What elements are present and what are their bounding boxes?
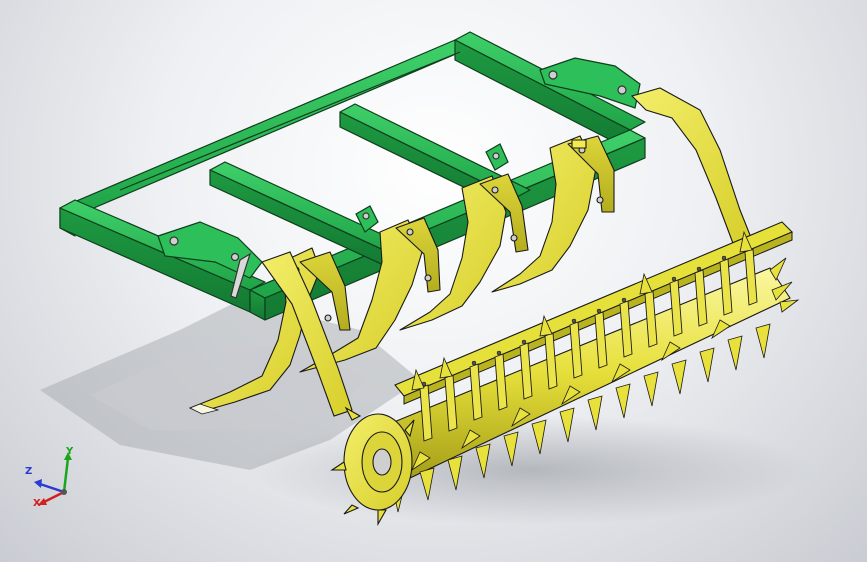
roller-arm-right[interactable]	[630, 87, 753, 247]
cad-viewport[interactable]: Y Z X	[0, 0, 867, 562]
coordinate-triad: Y Z X	[20, 446, 80, 516]
model-canvas[interactable]	[0, 0, 867, 562]
axis-z-label: Z	[25, 466, 33, 477]
axis-y-label: Y	[66, 446, 74, 457]
axis-x-label: X	[33, 498, 41, 509]
